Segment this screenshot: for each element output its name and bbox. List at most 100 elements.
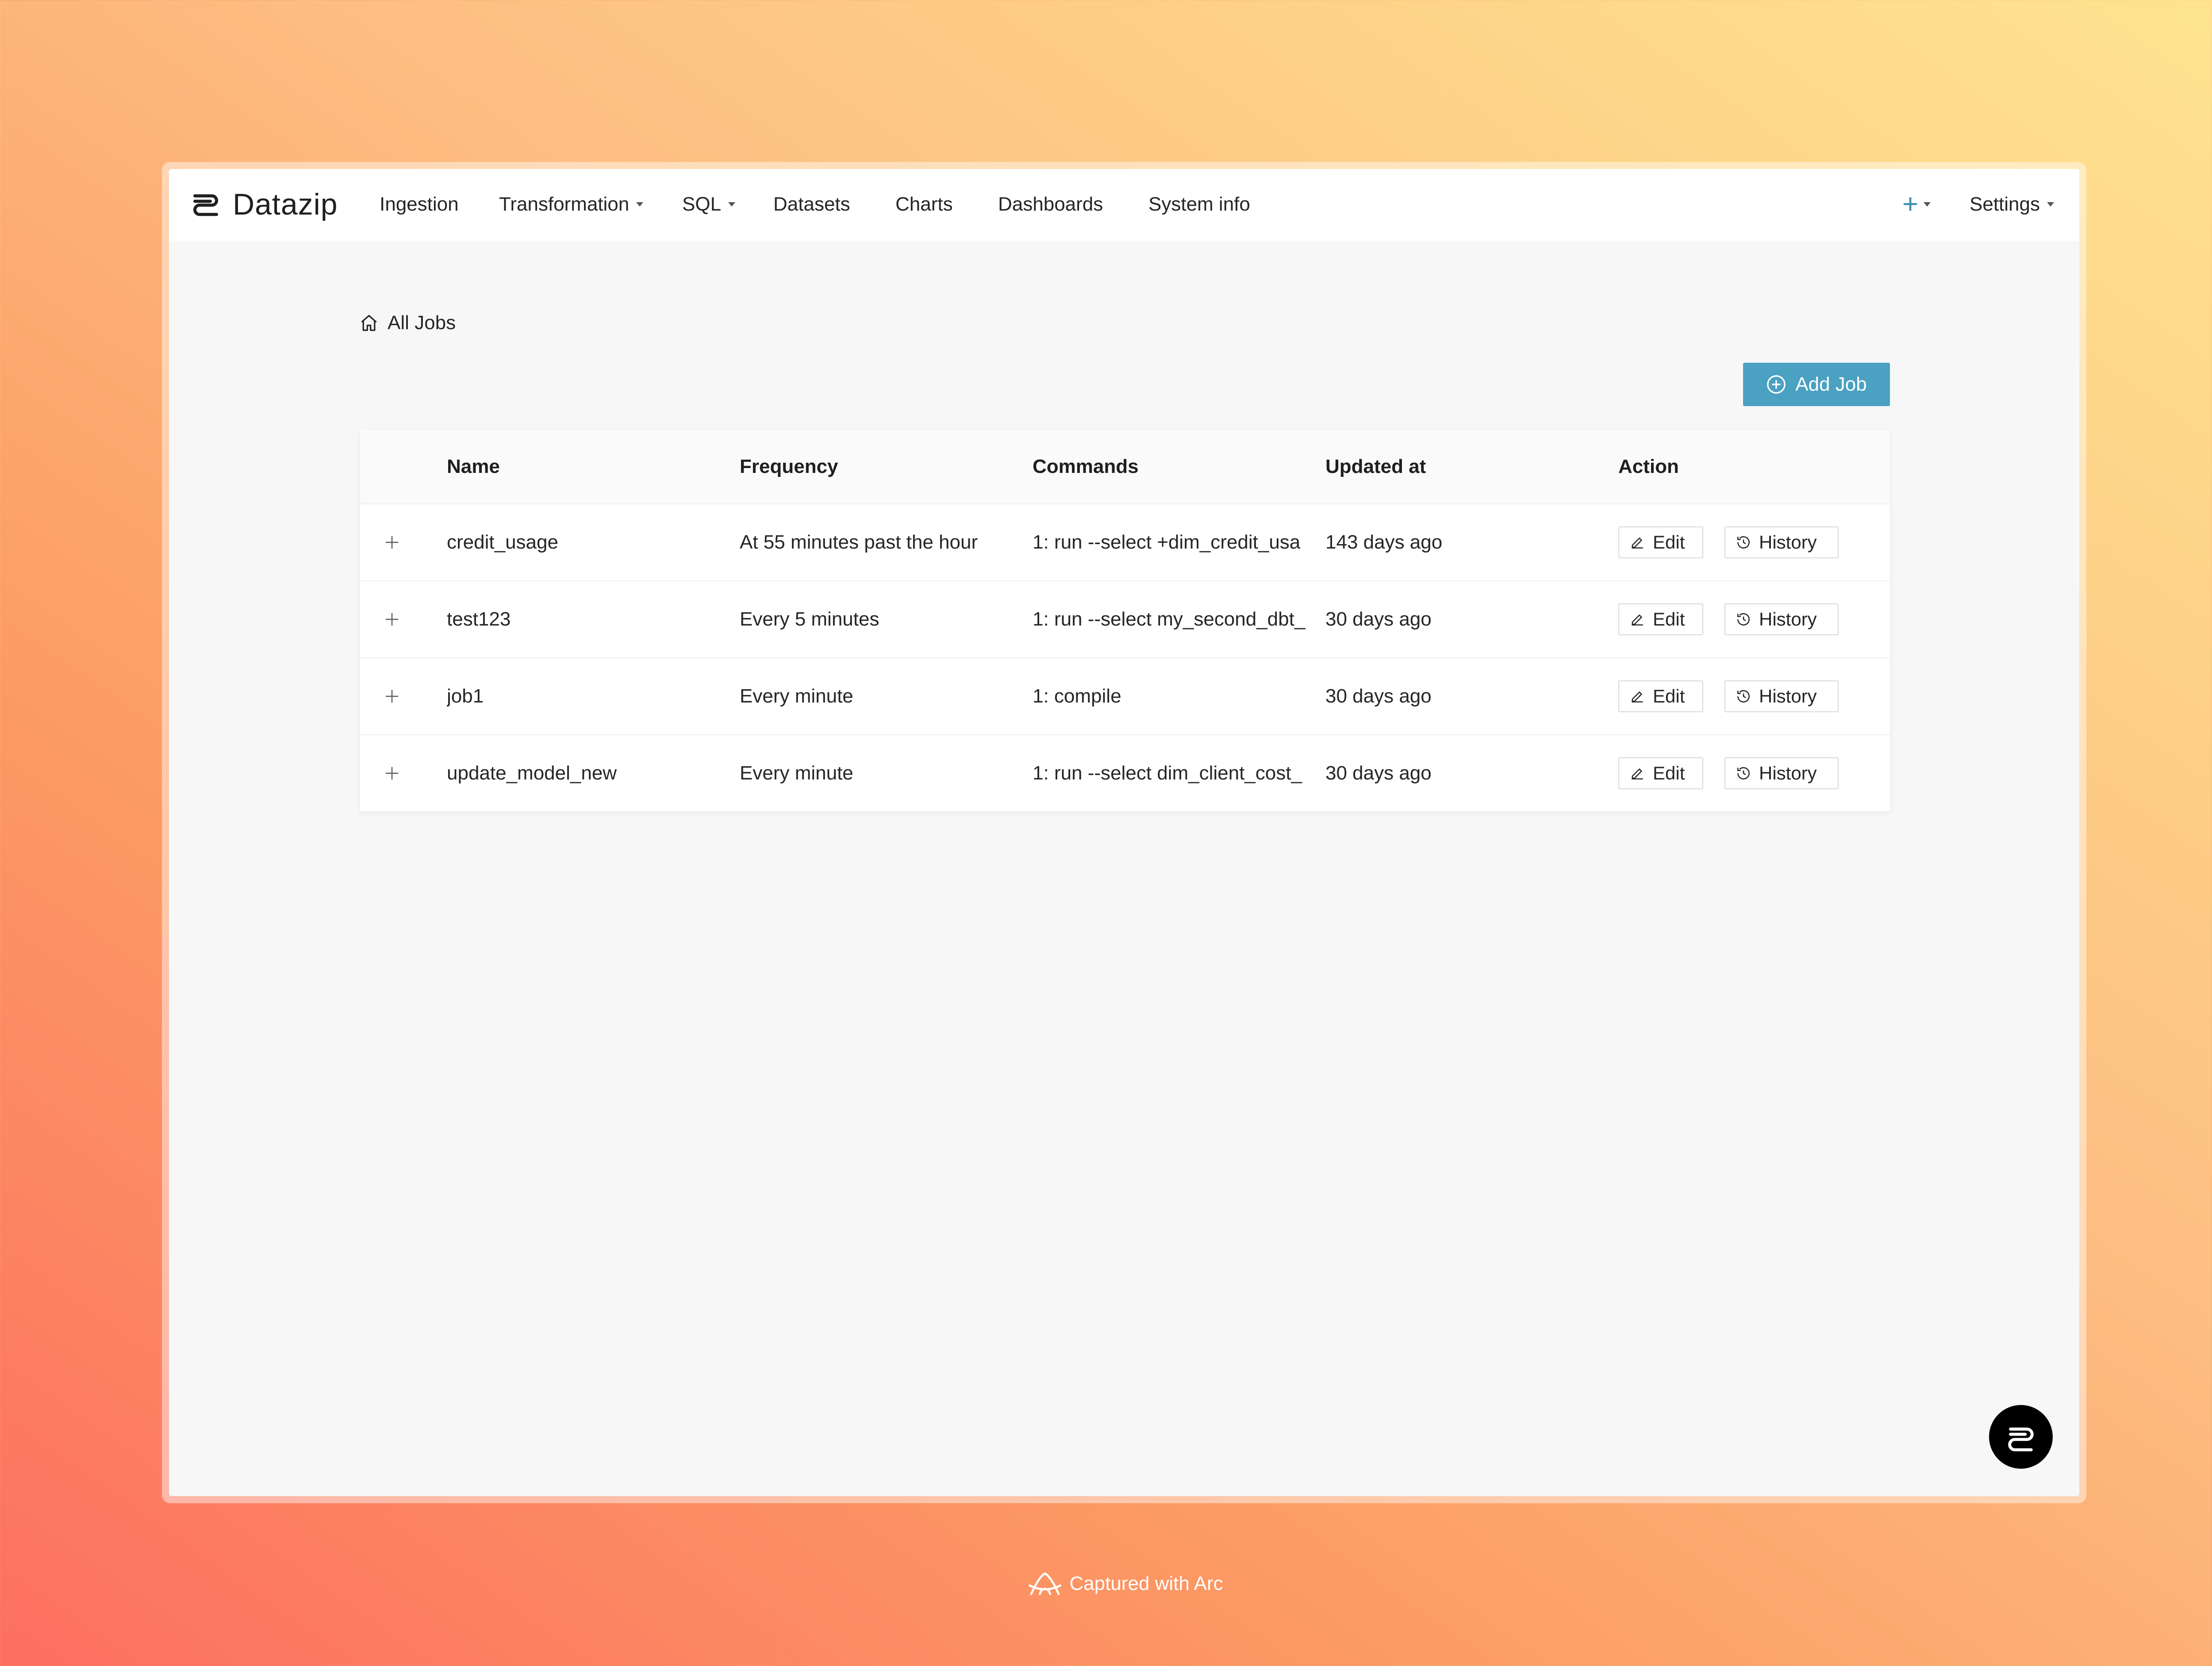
nav-charts[interactable]: Charts bbox=[895, 187, 953, 222]
history-button[interactable]: History bbox=[1724, 526, 1839, 558]
job-commands: 1: run --select dim_client_cost_ bbox=[1033, 762, 1302, 784]
nav-datasets[interactable]: Datasets bbox=[773, 187, 850, 222]
nav-settings[interactable]: Settings bbox=[1970, 187, 2054, 222]
job-updated-at: 30 days ago bbox=[1325, 762, 1432, 784]
history-button[interactable]: History bbox=[1724, 603, 1839, 635]
nav-ingestion-label: Ingestion bbox=[380, 193, 459, 215]
table-row: job1 Every minute 1: compile 30 days ago… bbox=[360, 658, 1890, 735]
nav-charts-label: Charts bbox=[895, 193, 953, 215]
job-name: update_model_new bbox=[447, 762, 617, 784]
job-name: test123 bbox=[447, 608, 511, 630]
nav-system-info-label: System info bbox=[1148, 193, 1250, 215]
plus-icon bbox=[385, 767, 399, 780]
edit-label: Edit bbox=[1653, 763, 1685, 783]
job-actions: Edit History bbox=[1618, 504, 1884, 580]
edit-button[interactable]: Edit bbox=[1618, 680, 1703, 712]
job-actions: Edit History bbox=[1618, 581, 1884, 657]
nav-dashboards-label: Dashboards bbox=[998, 193, 1103, 215]
column-header-frequency[interactable]: Frequency bbox=[740, 430, 838, 503]
nav-dashboards[interactable]: Dashboards bbox=[998, 187, 1103, 222]
edit-label: Edit bbox=[1653, 686, 1685, 706]
top-navbar: Datazip Ingestion Transformation SQL Dat… bbox=[169, 169, 2079, 241]
plus-icon bbox=[385, 613, 399, 626]
expand-row-button[interactable] bbox=[382, 504, 402, 580]
history-icon bbox=[1737, 690, 1750, 702]
breadcrumb[interactable]: All Jobs bbox=[359, 310, 456, 336]
edit-button[interactable]: Edit bbox=[1618, 526, 1703, 558]
expand-row-button[interactable] bbox=[382, 735, 402, 811]
column-header-commands[interactable]: Commands bbox=[1033, 430, 1139, 503]
job-commands: 1: run --select my_second_dbt_ bbox=[1033, 608, 1306, 630]
column-header-name[interactable]: Name bbox=[447, 430, 500, 503]
pencil-icon bbox=[1632, 614, 1643, 626]
job-actions: Edit History bbox=[1618, 658, 1884, 734]
expand-row-button[interactable] bbox=[382, 581, 402, 657]
job-commands: 1: compile bbox=[1033, 685, 1121, 707]
job-name: credit_usage bbox=[447, 531, 558, 553]
table-row: update_model_new Every minute 1: run --s… bbox=[360, 735, 1890, 811]
jobs-table: Name Frequency Commands Updated at Actio… bbox=[360, 430, 1890, 811]
datazip-logo-icon bbox=[2008, 1428, 2034, 1451]
edit-label: Edit bbox=[1653, 609, 1685, 630]
nav-ingestion[interactable]: Ingestion bbox=[380, 187, 459, 222]
edit-label: Edit bbox=[1653, 532, 1685, 553]
column-header-updated-at[interactable]: Updated at bbox=[1325, 430, 1426, 503]
history-icon bbox=[1737, 613, 1750, 626]
nav-datasets-label: Datasets bbox=[773, 193, 850, 215]
brand-logo[interactable]: Datazip bbox=[190, 182, 338, 226]
history-icon bbox=[1737, 536, 1750, 549]
nav-transformation[interactable]: Transformation bbox=[499, 187, 644, 222]
table-row: credit_usage At 55 minutes past the hour… bbox=[360, 504, 1890, 581]
nav-transformation-label: Transformation bbox=[499, 193, 630, 215]
arc-logo-icon bbox=[1029, 1572, 1062, 1595]
job-actions: Edit History bbox=[1618, 735, 1884, 811]
job-frequency: Every minute bbox=[740, 685, 853, 707]
history-icon bbox=[1737, 767, 1750, 779]
support-chat-button[interactable] bbox=[1989, 1405, 2053, 1469]
history-label: History bbox=[1759, 763, 1817, 783]
nav-settings-label: Settings bbox=[1970, 193, 2040, 215]
caret-down-icon bbox=[636, 202, 644, 207]
table-header: Name Frequency Commands Updated at Actio… bbox=[360, 430, 1890, 504]
job-updated-at: 30 days ago bbox=[1325, 608, 1432, 630]
breadcrumb-label: All Jobs bbox=[388, 312, 456, 334]
caret-down-icon bbox=[1924, 202, 1931, 207]
expand-row-button[interactable] bbox=[382, 658, 402, 734]
job-frequency: At 55 minutes past the hour bbox=[740, 531, 978, 553]
datazip-logo-icon bbox=[193, 194, 218, 216]
caret-down-icon bbox=[728, 202, 736, 207]
plus-icon: + bbox=[1902, 189, 1919, 219]
edit-button[interactable]: Edit bbox=[1618, 757, 1703, 789]
caret-down-icon bbox=[2047, 202, 2054, 207]
job-frequency: Every minute bbox=[740, 762, 853, 784]
column-header-action: Action bbox=[1618, 456, 1679, 477]
job-updated-at: 30 days ago bbox=[1325, 685, 1432, 707]
pencil-icon bbox=[1632, 537, 1643, 549]
history-label: History bbox=[1759, 686, 1817, 706]
nav-sql-label: SQL bbox=[682, 193, 722, 215]
capture-caption: Captured with Arc bbox=[0, 1566, 2212, 1601]
create-menu-button[interactable]: + bbox=[1902, 187, 1931, 222]
job-updated-at: 143 days ago bbox=[1325, 531, 1443, 553]
plus-icon bbox=[385, 536, 399, 549]
add-job-button[interactable]: Add Job bbox=[1743, 363, 1890, 406]
add-job-label: Add Job bbox=[1795, 373, 1867, 395]
plus-circle-icon bbox=[1767, 375, 1786, 394]
pencil-icon bbox=[1632, 691, 1643, 702]
home-icon bbox=[361, 315, 377, 331]
edit-button[interactable]: Edit bbox=[1618, 603, 1703, 635]
job-name: job1 bbox=[447, 685, 484, 707]
plus-icon bbox=[385, 690, 399, 703]
job-commands: 1: run --select +dim_credit_usa bbox=[1033, 531, 1301, 553]
job-frequency: Every 5 minutes bbox=[740, 608, 879, 630]
history-label: History bbox=[1759, 532, 1817, 553]
nav-sql[interactable]: SQL bbox=[682, 187, 736, 222]
table-row: test123 Every 5 minutes 1: run --select … bbox=[360, 581, 1890, 658]
pencil-icon bbox=[1632, 768, 1643, 779]
nav-system-info[interactable]: System info bbox=[1148, 187, 1250, 222]
history-label: History bbox=[1759, 609, 1817, 630]
history-button[interactable]: History bbox=[1724, 680, 1839, 712]
caption-text: Captured with Arc bbox=[1069, 1573, 1223, 1594]
app-window: Datazip Ingestion Transformation SQL Dat… bbox=[169, 169, 2079, 1496]
history-button[interactable]: History bbox=[1724, 757, 1839, 789]
